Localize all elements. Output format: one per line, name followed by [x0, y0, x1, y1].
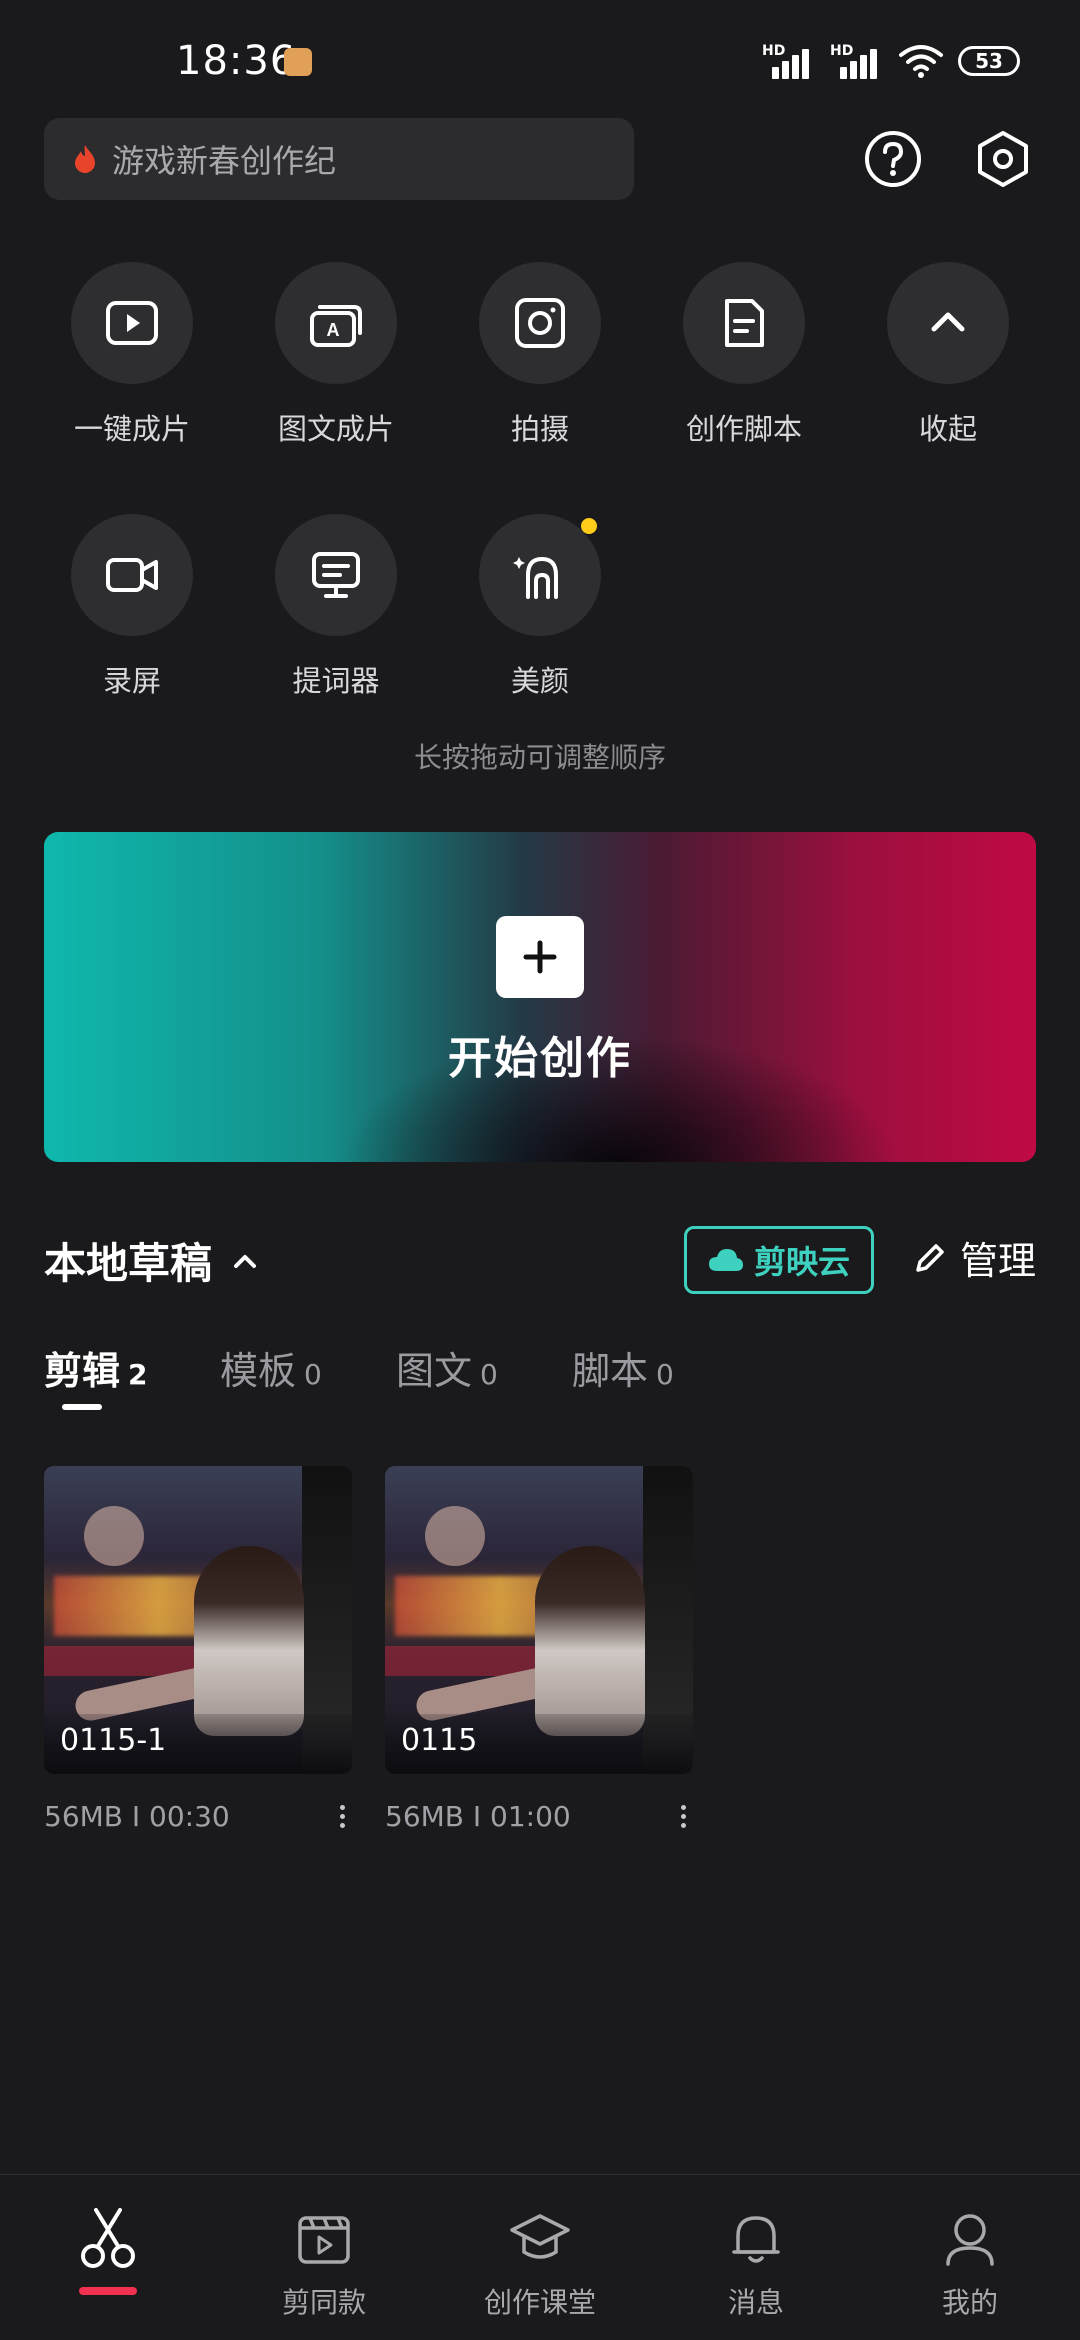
status-time: 18:36 [176, 38, 297, 84]
tool-label: 图文成片 [277, 412, 394, 446]
draft-card[interactable]: 0115 56MB Ι 01:00 [385, 1466, 693, 1833]
plus-icon [523, 940, 557, 974]
draft-tabs: 剪辑 2 模板 0 图文 0 脚本 0 [44, 1340, 748, 1410]
draft-name: 0115 [401, 1723, 478, 1758]
tool-label: 一键成片 [73, 412, 190, 446]
settings-icon[interactable] [968, 124, 1038, 194]
cloud-button[interactable]: 剪映云 [684, 1226, 874, 1294]
local-drafts-header[interactable]: 本地草稿 [44, 1230, 260, 1291]
profile-icon [946, 2214, 994, 2266]
tool-label: 录屏 [102, 664, 161, 698]
graduation-cap-icon [510, 2214, 570, 2259]
play-square-icon [106, 301, 158, 345]
nav-label: 我的 [941, 2286, 998, 2319]
script-document-icon [725, 299, 764, 347]
tool-one-click-video[interactable]: 一键成片 [52, 262, 212, 448]
draft-name: 0115-1 [60, 1723, 167, 1758]
wifi-icon [899, 45, 943, 78]
more-options-icon[interactable] [332, 1805, 352, 1828]
nav-item-profile[interactable]: 我的 [880, 2205, 1060, 2321]
tool-label: 收起 [918, 412, 977, 446]
start-create-banner[interactable]: 开始创作 [44, 832, 1036, 1162]
chevron-up-icon [931, 312, 965, 332]
start-create-label: 开始创作 [448, 1033, 632, 1084]
video-record-icon [106, 558, 158, 592]
tool-shoot[interactable]: 拍摄 [460, 262, 620, 448]
nav-label: 剪同款 [281, 2286, 366, 2319]
tool-label: 创作脚本 [685, 412, 802, 446]
camera-icon [515, 298, 565, 348]
nav-label: 创作课堂 [483, 2286, 596, 2319]
tab-image-text[interactable]: 图文 0 [396, 1340, 572, 1395]
tool-teleprompter[interactable]: 提词器 [256, 514, 416, 700]
nav-item-messages[interactable]: 消息 [666, 2205, 846, 2321]
stacked-text-card-icon: A [310, 305, 362, 347]
active-tab-indicator [62, 1404, 102, 1410]
tool-label: 美颜 [510, 664, 569, 698]
beauty-face-icon [513, 556, 558, 599]
flame-icon [75, 145, 95, 173]
tool-text-to-video[interactable]: A 图文成片 [256, 262, 416, 448]
tool-screen-record[interactable]: 录屏 [52, 514, 212, 700]
tool-creative-script[interactable]: 创作脚本 [664, 262, 824, 448]
tool-collapse[interactable]: 收起 [868, 262, 1028, 448]
draft-meta: 56MB Ι 00:30 [44, 1800, 230, 1833]
scissors-icon [81, 2208, 135, 2268]
tab-edit[interactable]: 剪辑 2 [44, 1340, 220, 1410]
cloud-icon [708, 1249, 743, 1271]
tab-script[interactable]: 脚本 0 [572, 1340, 748, 1395]
search-placeholder: 游戏新春创作纪 [112, 142, 337, 180]
tool-label: 拍摄 [510, 412, 569, 446]
manage-button[interactable]: 管理 [912, 1230, 1036, 1285]
tool-beauty[interactable]: 美颜 [460, 514, 620, 700]
plus-button [496, 916, 584, 998]
active-nav-indicator [79, 2287, 137, 2295]
bell-icon [732, 2216, 780, 2263]
search-bar[interactable]: 游戏新春创作纪 [44, 118, 634, 200]
nav-label: 消息 [727, 2286, 784, 2319]
tool-label: 提词器 [292, 664, 380, 698]
reorder-hint: 长按拖动可调整顺序 [413, 741, 666, 774]
teleprompter-icon [312, 552, 360, 598]
cloud-button-label: 剪映云 [753, 1243, 850, 1281]
manage-label: 管理 [960, 1239, 1037, 1283]
nav-item-edit[interactable] [18, 2205, 198, 2295]
nav-item-template[interactable]: 剪同款 [234, 2205, 414, 2321]
draft-meta: 56MB Ι 01:00 [385, 1800, 571, 1833]
bottom-nav: 剪同款 创作课堂 消息 我的 [0, 2174, 1080, 2340]
battery-indicator: 53 [958, 46, 1020, 76]
local-drafts-title: 本地草稿 [44, 1239, 213, 1288]
nav-item-classroom[interactable]: 创作课堂 [450, 2205, 630, 2321]
more-options-icon[interactable] [673, 1805, 693, 1828]
pencil-icon [916, 1243, 944, 1272]
new-badge-dot [581, 518, 597, 534]
status-indicators: HD HD 53 [762, 40, 1020, 82]
draft-card[interactable]: 0115-1 56MB Ι 00:30 [44, 1466, 352, 1833]
svg-text:A: A [327, 320, 340, 340]
chevron-up-icon [234, 1254, 257, 1268]
notification-app-icon [284, 48, 312, 76]
tab-template[interactable]: 模板 0 [220, 1340, 396, 1395]
draft-thumbnail[interactable]: 0115-1 [44, 1466, 352, 1774]
signal-strength-2-icon: HD [830, 43, 884, 79]
draft-thumbnail[interactable]: 0115 [385, 1466, 693, 1774]
template-clapper-icon [298, 2216, 350, 2264]
help-icon[interactable] [858, 124, 928, 194]
signal-strength-icon: HD [762, 43, 816, 79]
